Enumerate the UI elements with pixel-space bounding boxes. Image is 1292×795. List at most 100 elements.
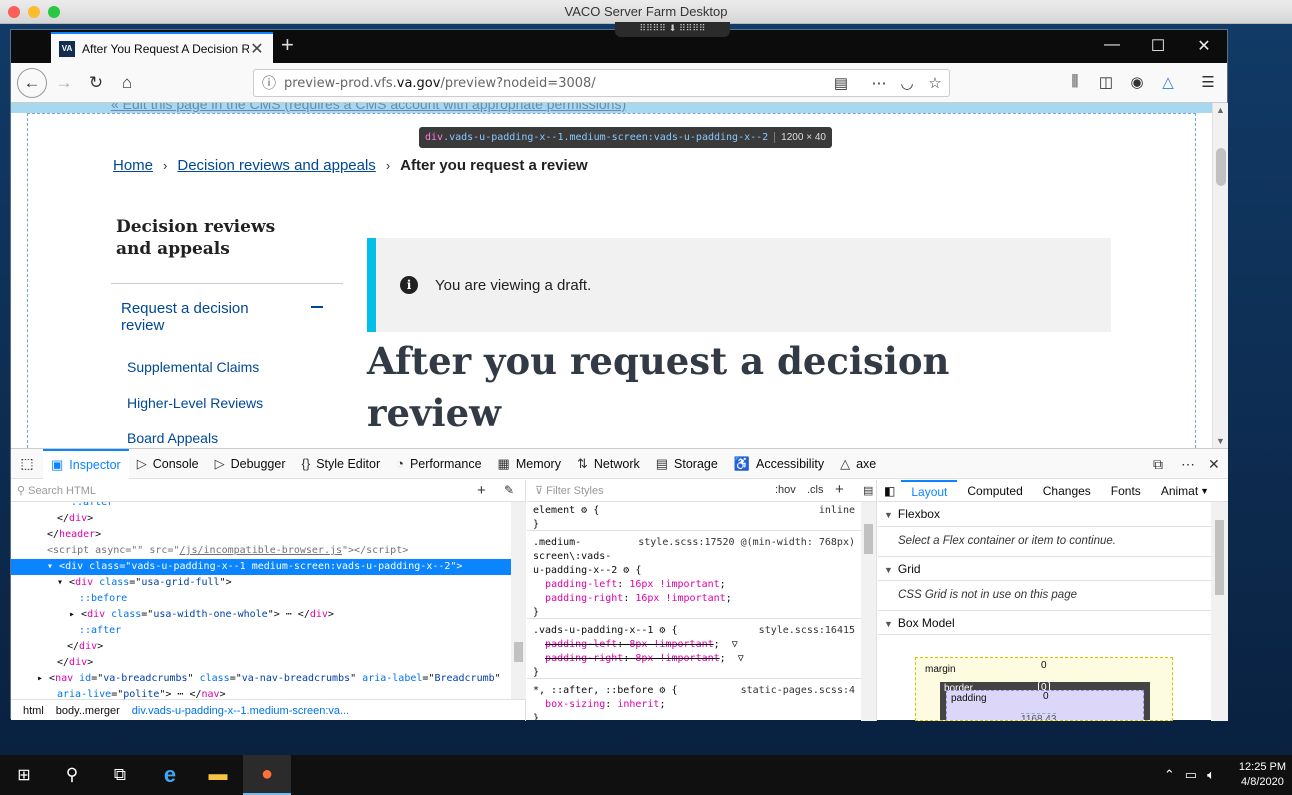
tab-axe[interactable]: △ axe	[832, 449, 884, 479]
markup-node[interactable]: ▸ <nav id="va-breadcrumbs" class="va-nav…	[11, 671, 511, 687]
css-rule-line[interactable]: screen\:vads-	[533, 550, 859, 564]
css-rule-line[interactable]: padding-right: 8px !important; ▽	[533, 652, 859, 666]
tab-style-editor[interactable]: {} Style Editor	[294, 449, 389, 479]
close-icon[interactable]: ✕	[1189, 36, 1219, 56]
node-crumb-div[interactable]: div.vads-u-padding-x--1.medium-screen:va…	[128, 705, 353, 717]
css-rule-line[interactable]: padding-right: 16px !important;	[533, 592, 859, 606]
tab-inspector[interactable]: ▣ Inspector	[43, 448, 129, 479]
close-tab-icon[interactable]: ✕	[249, 39, 265, 59]
content-width-value[interactable]: 1168.43	[1021, 713, 1057, 720]
search-button[interactable]: ⚲	[48, 755, 96, 795]
node-crumb-html[interactable]: html	[19, 705, 48, 717]
dock-toggle-icon[interactable]: ⧉	[1153, 456, 1163, 473]
markup-node[interactable]: ▾ <div class="usa-grid-full">	[11, 575, 511, 591]
tab-performance[interactable]: ◔ Performance	[388, 449, 489, 479]
filter-styles-input[interactable]: ⊽ Filter Styles :hov .cls + ▤	[527, 480, 876, 502]
markup-node-selected[interactable]: ▾ <div class="vads-u-padding-x--1 medium…	[11, 559, 511, 575]
markup-node[interactable]: ▸ <div class="usa-width-one-whole"> ⋯ </…	[11, 607, 511, 623]
site-info-icon[interactable]: ⓘ	[254, 73, 284, 93]
css-rule-line[interactable]: *, ::after, ::before ⚙ {static-pages.scs…	[533, 684, 859, 698]
tab-storage[interactable]: ▤ Storage	[648, 449, 726, 479]
axe-extension-icon[interactable]: △	[1157, 73, 1179, 91]
flexbox-section-header[interactable]: ▼ Flexbox	[878, 502, 1211, 527]
taskbar-internet-explorer[interactable]: e	[146, 755, 194, 795]
boxmodel-section-header[interactable]: ▼ Box Model	[878, 610, 1211, 635]
css-rule-line[interactable]: element ⚙ {inline	[533, 504, 859, 518]
rules-scrollbar-thumb[interactable]	[864, 524, 873, 554]
chevron-up-icon[interactable]: ⌃	[1164, 767, 1175, 783]
margin-top-value[interactable]: 0	[1041, 660, 1047, 671]
tab-changes[interactable]: Changes	[1033, 480, 1101, 502]
tab-accessibility[interactable]: ♿ Accessibility	[726, 449, 832, 479]
css-rule-line[interactable]: padding-left: 16px !important;	[533, 578, 859, 592]
element-picker-icon[interactable]: ⬚	[11, 455, 43, 472]
rule-source-link[interactable]: inline	[819, 504, 855, 518]
css-rule-line[interactable]: box-sizing: inherit;	[533, 698, 859, 712]
page-actions-icon[interactable]: ⋯	[865, 74, 893, 92]
url-bar[interactable]: ⓘ preview-prod.vfs.va.gov/preview?nodeid…	[253, 69, 950, 97]
markup-node[interactable]: ::before	[11, 591, 511, 607]
css-rule-line[interactable]: }	[533, 712, 859, 721]
maximize-icon[interactable]: ☐	[1143, 36, 1173, 56]
tab-console[interactable]: ▷ Console	[129, 449, 207, 479]
sidenav-item-higher-level-reviews[interactable]: Higher-Level Reviews	[127, 395, 263, 411]
chevron-down-icon[interactable]: ▼	[1200, 486, 1209, 496]
markup-node[interactable]: <script async="" src="/js/incompatible-b…	[11, 543, 511, 559]
markup-node[interactable]: </div>	[11, 639, 511, 655]
forward-button[interactable]: →	[51, 70, 77, 96]
search-html-input[interactable]: ⚲ Search HTML + ✎	[11, 480, 525, 502]
account-icon[interactable]: ◉	[1126, 73, 1148, 91]
tab-layout[interactable]: Layout	[901, 479, 958, 502]
task-view-button[interactable]: ⧉	[96, 755, 144, 795]
volume-icon[interactable]: 🔈︎	[1207, 767, 1215, 783]
back-button[interactable]: ←	[17, 68, 47, 98]
cms-edit-link[interactable]: « Edit this page in the CMS (requires a …	[111, 103, 626, 112]
tab-memory[interactable]: ▦ Memory	[490, 449, 569, 479]
taskbar-file-explorer[interactable]: ▬	[194, 755, 242, 795]
scroll-down-icon[interactable]: ▼	[1216, 436, 1225, 446]
add-rule-icon[interactable]: +	[835, 481, 844, 498]
css-rule-line[interactable]: .vads-u-padding-x--1 ⚙ {style.scss:16415	[533, 624, 859, 638]
add-node-icon[interactable]: +	[477, 482, 486, 499]
grid-section-header[interactable]: ▼ Grid	[878, 556, 1211, 581]
tab-computed[interactable]: Computed	[957, 480, 1032, 502]
clock[interactable]: 12:25 PM 4/8/2020	[1239, 760, 1286, 790]
reader-view-icon[interactable]: ▤	[827, 74, 855, 92]
cls-toggle[interactable]: .cls	[807, 484, 824, 496]
library-icon[interactable]: ⫼	[1064, 73, 1086, 90]
print-media-icon[interactable]: ▤	[863, 484, 873, 497]
home-button[interactable]: ⌂	[114, 70, 140, 96]
breadcrumb-decision-reviews[interactable]: Decision reviews and appeals	[177, 157, 375, 174]
layout-scrollbar[interactable]	[1211, 502, 1228, 721]
rule-source-link[interactable]: style.scss:16415	[759, 624, 855, 638]
css-rule-line[interactable]: u-padding-x--2 ⚙ {	[533, 564, 859, 578]
sidenav-item-board-appeals[interactable]: Board Appeals	[127, 430, 218, 446]
bookmark-star-icon[interactable]: ☆	[921, 74, 949, 92]
css-rule-line[interactable]: .medium-style.scss:17520 @(min-width: 76…	[533, 536, 859, 550]
collapse-icon[interactable]	[311, 306, 323, 308]
taskbar-firefox[interactable]: ●	[243, 755, 291, 795]
scroll-up-icon[interactable]: ▲	[1216, 105, 1225, 115]
tab-debugger[interactable]: ▷ Debugger	[207, 449, 294, 479]
tab-animations[interactable]: Animat	[1151, 480, 1200, 502]
sidenav-item-request-decision-review[interactable]: Request a decision review	[121, 300, 281, 334]
markup-node[interactable]: </div>	[11, 655, 511, 671]
rules-scrollbar[interactable]	[861, 502, 876, 721]
browser-tab[interactable]: VA After You Request A Decision R ✕	[51, 32, 273, 63]
sidenav-item-supplemental-claims[interactable]: Supplemental Claims	[127, 359, 259, 375]
minimize-icon[interactable]: —	[1097, 36, 1127, 54]
start-button[interactable]: ⊞	[0, 755, 48, 795]
tab-fonts[interactable]: Fonts	[1101, 480, 1151, 502]
new-tab-button[interactable]: +	[281, 32, 294, 58]
url-text[interactable]: preview-prod.vfs.va.gov/preview?nodeid=3…	[284, 76, 827, 91]
eyedropper-icon[interactable]: ✎	[504, 483, 514, 497]
css-rule-line[interactable]: padding-left: 8px !important; ▽	[533, 638, 859, 652]
tab-network[interactable]: ⇅ Network	[569, 449, 648, 479]
remote-session-bar[interactable]: ⠿⠿⠿⠿ ⬇ ⠿⠿⠿⠿	[615, 22, 730, 37]
rule-source-link[interactable]: style.scss:17520 @(min-width: 768px)	[638, 536, 855, 550]
rule-source-link[interactable]: static-pages.scss:4	[741, 684, 855, 698]
breadcrumb-home[interactable]: Home	[113, 157, 153, 174]
page-scrollbar-thumb[interactable]	[1216, 148, 1226, 186]
page-scrollbar[interactable]: ▲ ▼	[1212, 103, 1228, 448]
markup-scrollbar-thumb[interactable]	[514, 642, 523, 662]
